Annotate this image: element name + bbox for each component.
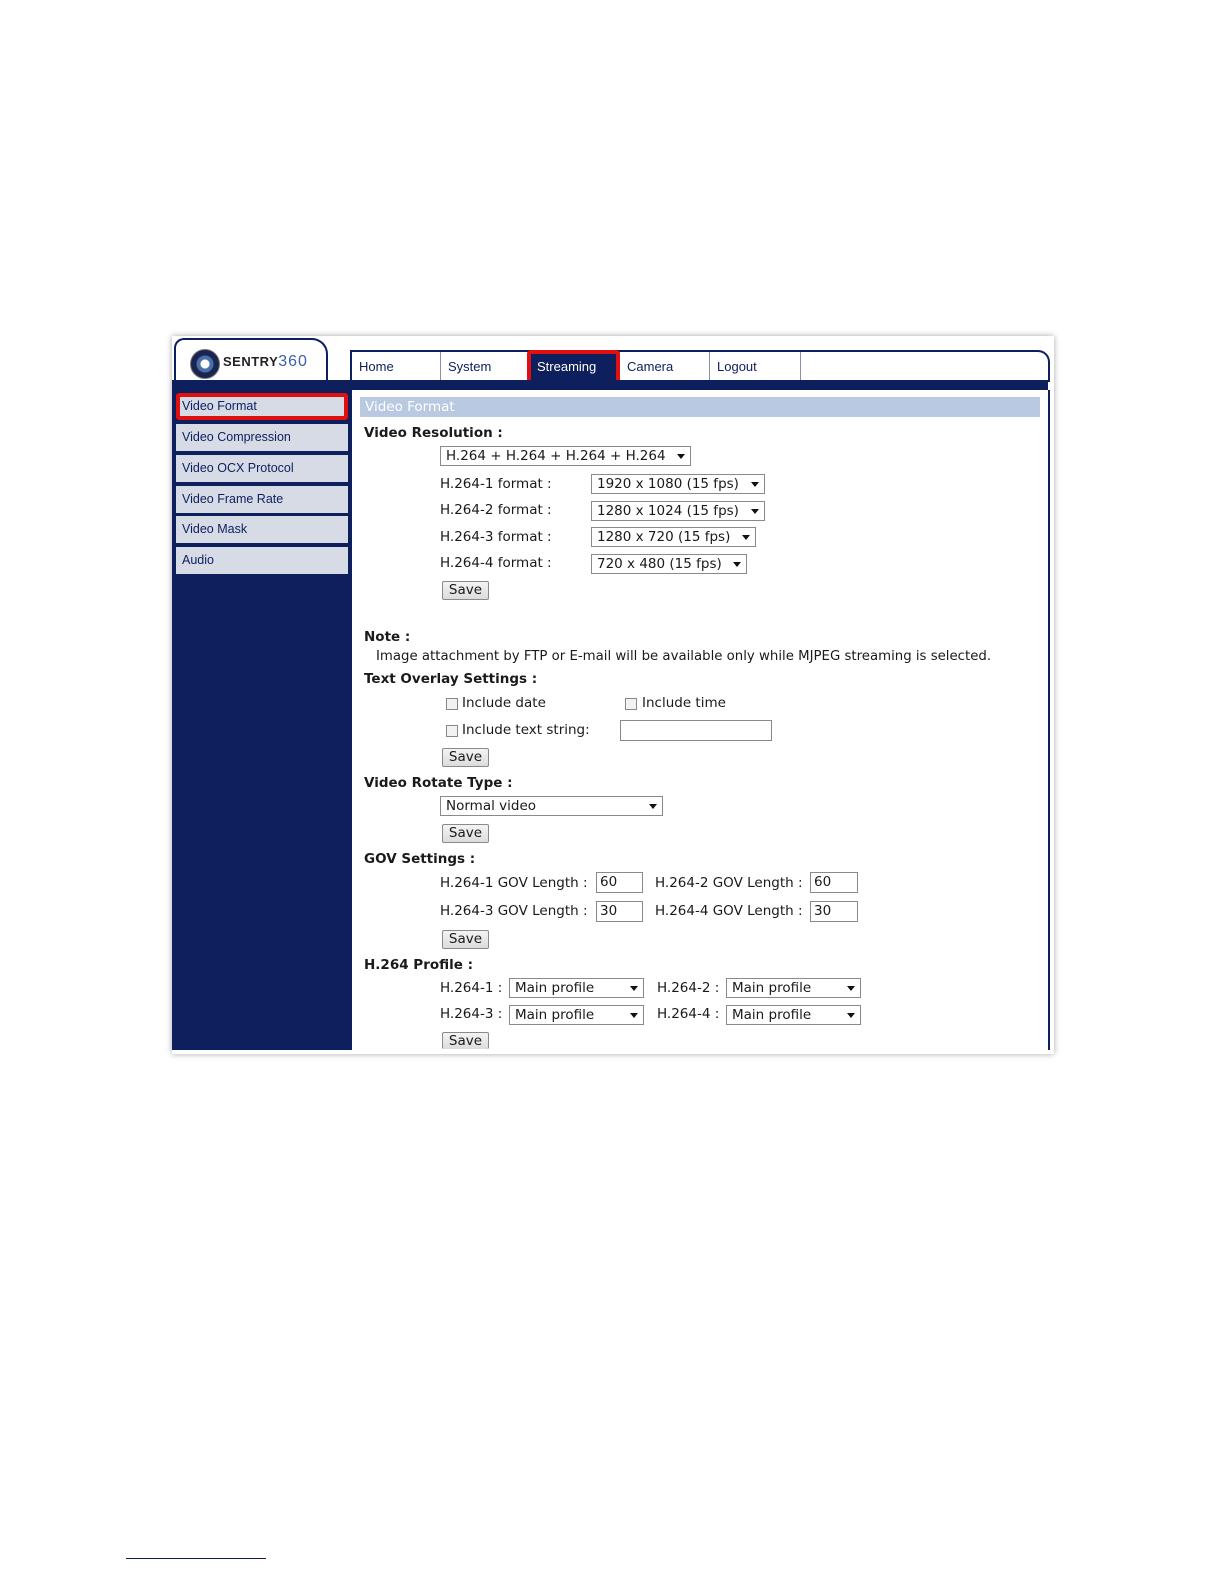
logo-brand: SENTRY: [223, 354, 279, 369]
h264-profile-save-button[interactable]: Save: [442, 1032, 489, 1049]
video-rotate-save-button[interactable]: Save: [442, 824, 489, 843]
footnote-separator: [126, 1558, 266, 1559]
h264-1-gov-input[interactable]: 60: [596, 872, 643, 893]
sidebar-item-audio[interactable]: Audio: [176, 547, 348, 574]
h264-2-format-select[interactable]: 1280 x 1024 (15 fps): [591, 501, 765, 521]
main-content: Video Format Video Resolution : H.264 + …: [352, 390, 1050, 1050]
h264-3-gov-label: H.264-3 GOV Length :: [440, 903, 588, 919]
h264-3-gov-input[interactable]: 30: [596, 901, 643, 922]
gov-settings-heading: GOV Settings :: [364, 851, 476, 867]
sidebar-item-video-ocx-protocol[interactable]: Video OCX Protocol: [176, 455, 348, 482]
h264-1-profile-label: H.264-1 :: [440, 980, 503, 996]
dropdown-arrow-icon: [847, 1013, 855, 1018]
include-date-checkbox[interactable]: [446, 698, 458, 710]
dropdown-arrow-icon: [630, 1013, 638, 1018]
sidebar-item-video-frame-rate[interactable]: Video Frame Rate: [176, 486, 348, 513]
tab-system[interactable]: System: [441, 352, 530, 380]
h264-4-profile-select[interactable]: Main profile: [726, 1005, 861, 1025]
h264-4-gov-input[interactable]: 30: [810, 901, 858, 922]
camera-lens-icon: [190, 349, 220, 379]
h264-1-format-label: H.264-1 format :: [440, 476, 552, 492]
dropdown-arrow-icon: [630, 986, 638, 991]
include-text-checkbox[interactable]: [446, 725, 458, 737]
dropdown-arrow-icon: [751, 509, 759, 514]
h264-1-profile-select[interactable]: Main profile: [509, 978, 644, 998]
dropdown-arrow-icon: [847, 986, 855, 991]
dropdown-arrow-icon: [649, 804, 657, 809]
tab-streaming[interactable]: Streaming: [527, 350, 620, 386]
h264-3-format-label: H.264-3 format :: [440, 529, 552, 545]
h264-3-format-select[interactable]: 1280 x 720 (15 fps): [591, 527, 756, 547]
video-resolution-save-button[interactable]: Save: [442, 581, 489, 600]
sidebar-item-video-format[interactable]: Video Format: [176, 393, 348, 420]
gov-save-button[interactable]: Save: [442, 930, 489, 949]
sidebar: Video Format Video Compression Video OCX…: [172, 390, 352, 1050]
include-text-label: Include text string:: [462, 722, 590, 738]
h264-3-profile-label: H.264-3 :: [440, 1006, 503, 1022]
tab-camera[interactable]: Camera: [620, 352, 710, 380]
h264-4-gov-label: H.264-4 GOV Length :: [655, 903, 803, 919]
sidebar-item-video-compression[interactable]: Video Compression: [176, 424, 348, 451]
note-heading: Note :: [364, 629, 411, 645]
note-text: Image attachment by FTP or E-mail will b…: [376, 649, 992, 664]
h264-2-profile-select[interactable]: Main profile: [726, 978, 861, 998]
dropdown-arrow-icon: [733, 562, 741, 567]
h264-3-profile-select[interactable]: Main profile: [509, 1005, 644, 1025]
text-string-input[interactable]: [620, 720, 772, 741]
include-time-label: Include time: [642, 695, 726, 711]
logo: SENTRY360: [174, 338, 328, 384]
logo-brand-num: 360: [278, 353, 308, 370]
h264-2-gov-label: H.264-2 GOV Length :: [655, 875, 803, 891]
dropdown-arrow-icon: [677, 454, 685, 459]
tab-home[interactable]: Home: [352, 352, 441, 380]
h264-1-gov-label: H.264-1 GOV Length :: [440, 875, 588, 891]
header-divider: [172, 380, 1048, 390]
video-resolution-heading: Video Resolution :: [364, 425, 503, 441]
section-title: Video Format: [360, 397, 1040, 417]
h264-4-format-select[interactable]: 720 x 480 (15 fps): [591, 554, 747, 574]
h264-2-profile-label: H.264-2 :: [657, 980, 720, 996]
video-rotate-select[interactable]: Normal video: [440, 796, 663, 816]
h264-4-format-label: H.264-4 format :: [440, 555, 552, 571]
text-overlay-heading: Text Overlay Settings :: [364, 671, 538, 687]
tab-logout[interactable]: Logout: [710, 352, 801, 380]
dropdown-arrow-icon: [751, 482, 759, 487]
video-resolution-mode-select[interactable]: H.264 + H.264 + H.264 + H.264: [440, 446, 691, 466]
h264-4-profile-label: H.264-4 :: [657, 1006, 720, 1022]
sidebar-item-video-mask[interactable]: Video Mask: [176, 516, 348, 543]
h264-1-format-select[interactable]: 1920 x 1080 (15 fps): [591, 474, 765, 494]
include-time-checkbox[interactable]: [625, 698, 637, 710]
h264-2-gov-input[interactable]: 60: [810, 872, 858, 893]
h264-2-format-label: H.264-2 format :: [440, 502, 552, 518]
text-overlay-save-button[interactable]: Save: [442, 748, 489, 767]
screenshot-frame: SENTRY360 Home System Streaming Camera L…: [172, 336, 1054, 1054]
include-date-label: Include date: [462, 695, 546, 711]
video-rotate-heading: Video Rotate Type :: [364, 775, 513, 791]
header: SENTRY360 Home System Streaming Camera L…: [172, 336, 1054, 390]
logo-text: SENTRY360: [223, 353, 308, 371]
dropdown-arrow-icon: [742, 535, 750, 540]
h264-profile-heading: H.264 Profile :: [364, 957, 474, 973]
